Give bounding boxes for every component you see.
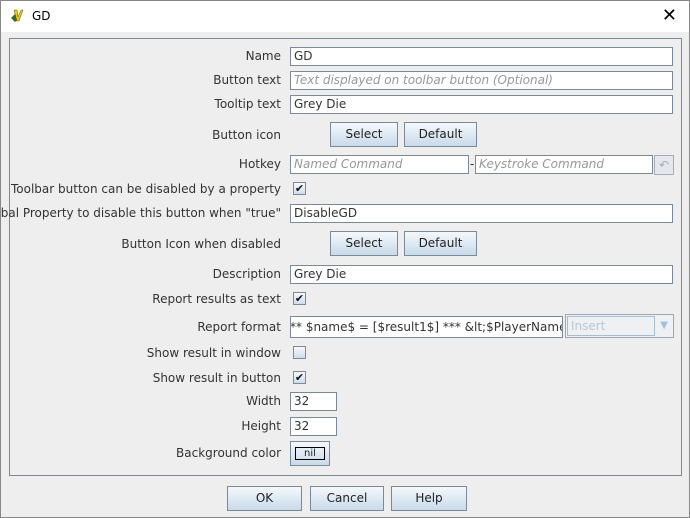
insert-combo-label: Insert: [567, 316, 655, 336]
button-icon-default-button[interactable]: Default: [404, 122, 477, 147]
app-icon: [11, 9, 24, 22]
show-in-button-label: Show result in button: [152, 371, 281, 385]
cancel-button[interactable]: Cancel: [310, 486, 384, 511]
button-icon-label: Button icon: [212, 128, 281, 142]
report-as-text-checkbox[interactable]: ✔: [293, 292, 306, 305]
undo-icon[interactable]: ↶: [654, 155, 674, 175]
description-input[interactable]: Grey Die: [290, 265, 673, 284]
description-label: Description: [212, 267, 281, 281]
report-format-input[interactable]: ** $name$ = [$result1$] *** &lt;$PlayerN…: [290, 316, 563, 338]
background-color-label: Background color: [176, 446, 281, 460]
title-bar: GD ✕: [1, 1, 689, 32]
width-input[interactable]: 32: [290, 392, 337, 411]
name-input[interactable]: GD: [290, 47, 673, 66]
named-command-input[interactable]: Named Command: [290, 155, 469, 174]
background-color-button[interactable]: nil: [290, 441, 330, 466]
keystroke-command-input[interactable]: Keystroke Command: [475, 155, 653, 174]
close-icon[interactable]: ✕: [662, 5, 677, 26]
ok-button[interactable]: OK: [227, 486, 302, 511]
can-disable-checkbox[interactable]: ✔: [293, 182, 306, 195]
button-icon-select-button[interactable]: Select: [330, 122, 398, 147]
dialog-window: GD ✕ Name GD Button text Text displayed …: [0, 0, 690, 518]
button-text-input[interactable]: Text displayed on toolbar button (Option…: [290, 71, 673, 90]
disabled-icon-label: Button Icon when disabled: [121, 237, 281, 251]
chevron-down-icon: ▼: [660, 320, 668, 331]
height-input[interactable]: 32: [290, 417, 337, 436]
show-in-button-checkbox[interactable]: ✔: [293, 371, 306, 384]
button-text-label: Button text: [213, 73, 281, 87]
window-title: GD: [32, 9, 51, 23]
name-label: Name: [245, 49, 281, 63]
tooltip-label: Tooltip text: [214, 97, 281, 111]
show-in-window-label: Show result in window: [146, 346, 281, 360]
hotkey-dash: -: [470, 157, 475, 171]
tooltip-input[interactable]: Grey Die: [290, 95, 673, 114]
insert-combo[interactable]: Insert ▼: [565, 314, 674, 338]
disabled-icon-select-button[interactable]: Select: [330, 231, 398, 256]
disabled-icon-default-button[interactable]: Default: [404, 231, 477, 256]
width-label: Width: [246, 394, 281, 408]
help-button[interactable]: Help: [391, 486, 467, 511]
show-in-window-checkbox[interactable]: [293, 346, 306, 359]
can-disable-label: Toolbar button can be disabled by a prop…: [11, 182, 281, 196]
global-property-input[interactable]: DisableGD: [290, 204, 673, 223]
global-property-label: Global Property to disable this button w…: [0, 206, 281, 220]
report-as-text-label: Report results as text: [152, 292, 281, 306]
report-format-label: Report format: [197, 320, 281, 334]
background-color-swatch: nil: [295, 447, 325, 460]
hotkey-label: Hotkey: [238, 157, 281, 171]
height-label: Height: [241, 419, 281, 433]
